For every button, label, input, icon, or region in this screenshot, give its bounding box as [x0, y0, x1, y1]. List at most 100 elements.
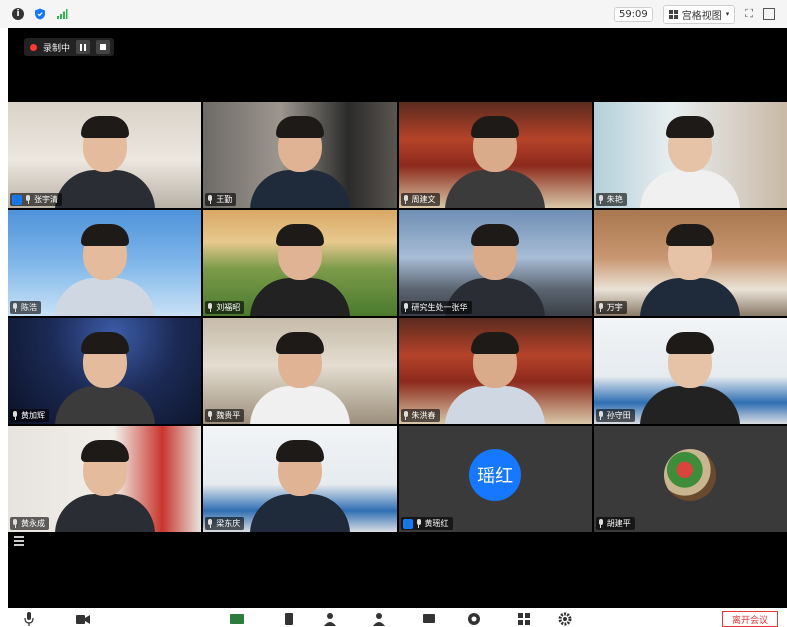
recording-dot-icon: [30, 43, 37, 51]
grid-view-icon: [668, 9, 678, 19]
video-tile[interactable]: 梁东庆: [203, 426, 397, 532]
view-mode-label: 宫格视图: [681, 10, 722, 22]
microphone-icon: [12, 303, 18, 312]
avatar: 瑶红: [469, 449, 522, 501]
participant-name: 梁东庆: [216, 519, 241, 528]
video-tile[interactable]: 万宇: [593, 210, 787, 316]
participant-video: [45, 432, 165, 532]
participant-name: 陈浩: [21, 303, 37, 312]
participant-video: [45, 324, 165, 424]
participant-name: 研究生处一张华: [411, 303, 468, 312]
participant-video: [240, 108, 360, 208]
participant-name: 胡建平: [606, 519, 631, 528]
participant-video: [630, 216, 750, 316]
participant-video: [630, 324, 750, 424]
microphone-icon[interactable]: [22, 612, 36, 626]
microphone-icon: [416, 519, 422, 528]
participant-name: 孙守田: [606, 411, 631, 420]
settings-icon[interactable]: [558, 612, 572, 626]
share-screen-icon[interactable]: [230, 612, 244, 626]
video-tile[interactable]: 周建文: [398, 102, 592, 208]
host-icon: 👤: [402, 518, 413, 529]
stop-recording-button[interactable]: [96, 40, 111, 54]
participant-name: 黄永成: [21, 519, 45, 528]
participant-name-tag: 刘福昭: [205, 301, 245, 314]
participant-name: 王勤: [216, 195, 233, 204]
pause-icon: [80, 43, 87, 51]
participant-video: [45, 108, 165, 208]
microphone-icon: [207, 411, 213, 420]
participant-name-tag: 魏贵平: [205, 409, 245, 422]
microphone-icon: [12, 519, 18, 528]
participant-name: 刘福昭: [216, 303, 241, 312]
chat-icon[interactable]: [422, 612, 436, 626]
status-bar: i 59:09 宫格视图 ▾ ⛶: [0, 0, 787, 28]
participants-icon[interactable]: [372, 612, 386, 626]
video-tile[interactable]: 陈浩: [8, 210, 202, 316]
microphone-icon: [403, 303, 409, 312]
microphone-icon: [598, 519, 604, 528]
participant-name-tag: 陈浩: [10, 301, 41, 314]
video-tile[interactable]: 魏贵平: [203, 318, 397, 424]
microphone-icon: [598, 303, 604, 312]
participant-video: [240, 216, 360, 316]
video-tile[interactable]: 刘福昭: [203, 210, 397, 316]
participants-list-icon[interactable]: [14, 536, 24, 546]
documents-icon[interactable]: [282, 612, 296, 626]
participant-video: [630, 108, 750, 208]
shield-icon[interactable]: [34, 8, 46, 20]
video-tile[interactable]: 朱洪春: [398, 318, 592, 424]
window-mode-icon[interactable]: [763, 8, 775, 20]
microphone-icon: [207, 303, 213, 312]
video-tile[interactable]: 朱艳: [593, 102, 787, 208]
participant-video: [435, 324, 555, 424]
participant-video: [45, 216, 165, 316]
camera-icon[interactable]: [76, 612, 90, 626]
video-tile[interactable]: 瑶红 👤 黄瑶红: [398, 426, 592, 532]
chevron-down-icon: ▾: [725, 10, 730, 18]
video-tile[interactable]: 王勤: [203, 102, 397, 208]
leave-meeting-button[interactable]: 离开会议: [722, 611, 778, 627]
recording-label: 录制中: [43, 43, 71, 54]
participant-name-tag: 胡建平: [595, 517, 635, 530]
participant-video: [240, 432, 360, 532]
video-tile[interactable]: 黄加辉: [8, 318, 202, 424]
participant-name-tag: 👤 张宇清: [10, 193, 62, 206]
apps-icon[interactable]: [517, 612, 531, 626]
participant-name: 魏贵平: [216, 411, 241, 420]
video-tile[interactable]: 孙守田: [593, 318, 787, 424]
participant-name-tag: 研究生处一张华: [400, 301, 472, 314]
microphone-icon: [598, 411, 604, 420]
pause-recording-button[interactable]: [76, 40, 91, 54]
participant-name-tag: 朱艳: [595, 193, 627, 206]
view-mode-button[interactable]: 宫格视图 ▾: [662, 4, 736, 24]
stop-icon: [100, 44, 107, 50]
video-tile[interactable]: 研究生处一张华: [398, 210, 592, 316]
bottom-toolbar: 离开会议: [0, 608, 787, 627]
record-icon[interactable]: [467, 612, 481, 626]
participant-name: 黄加辉: [21, 411, 45, 420]
invite-icon[interactable]: [323, 612, 337, 626]
microphone-icon: [12, 411, 18, 420]
info-icon[interactable]: i: [12, 8, 24, 20]
participant-name-tag: 王勤: [205, 193, 237, 206]
fullscreen-icon[interactable]: ⛶: [745, 7, 753, 21]
participant-name: 周建文: [411, 195, 436, 204]
signal-icon[interactable]: [56, 8, 68, 20]
microphone-icon: [403, 195, 409, 204]
video-tile[interactable]: 👤 张宇清: [8, 102, 202, 208]
participant-name-tag: 梁东庆: [205, 517, 245, 530]
video-tile[interactable]: 黄永成: [8, 426, 202, 532]
avatar: [664, 449, 717, 501]
participant-name-tag: 👤 黄瑶红: [400, 517, 453, 530]
microphone-icon: [207, 519, 213, 528]
microphone-icon: [207, 195, 213, 204]
participant-name: 黄瑶红: [424, 519, 449, 528]
participant-name-tag: 万宇: [595, 301, 627, 314]
meeting-stage: 录制中 👤 张宇清 王勤 周建文 朱艳陈浩 刘福昭 研究生处一张华 万宇黄加辉 魏贵平 朱洪春 孙守…: [8, 28, 787, 608]
video-grid: 👤 张宇清 王勤 周建文 朱艳陈浩 刘福昭 研究生处一张华 万宇黄加辉 魏贵平 朱洪春 孙守田黄永成…: [8, 102, 787, 532]
participant-name-tag: 周建文: [400, 193, 440, 206]
participant-name-tag: 朱洪春: [400, 409, 440, 422]
video-tile[interactable]: 胡建平: [593, 426, 787, 532]
recording-indicator: 录制中: [24, 38, 115, 56]
